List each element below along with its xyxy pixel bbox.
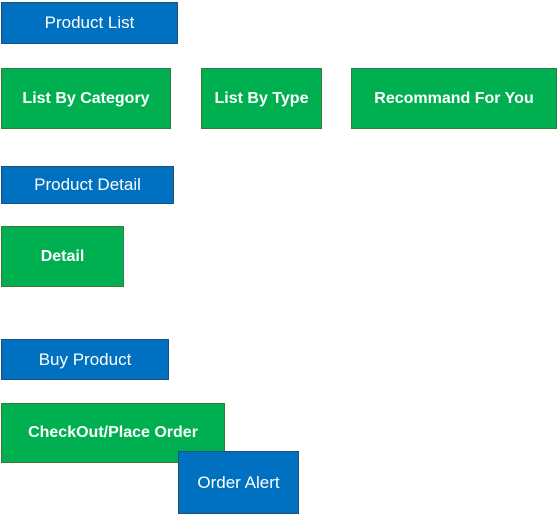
product-detail-header: Product Detail (1, 166, 174, 204)
list-by-type-box: List By Type (201, 68, 322, 129)
recommend-for-you-box: Recommand For You (351, 68, 557, 129)
buy-product-header: Buy Product (1, 339, 169, 380)
order-alert-box: Order Alert (178, 451, 299, 514)
product-list-header: Product List (1, 2, 178, 44)
detail-box: Detail (1, 226, 124, 287)
list-by-category-box: List By Category (1, 68, 171, 129)
